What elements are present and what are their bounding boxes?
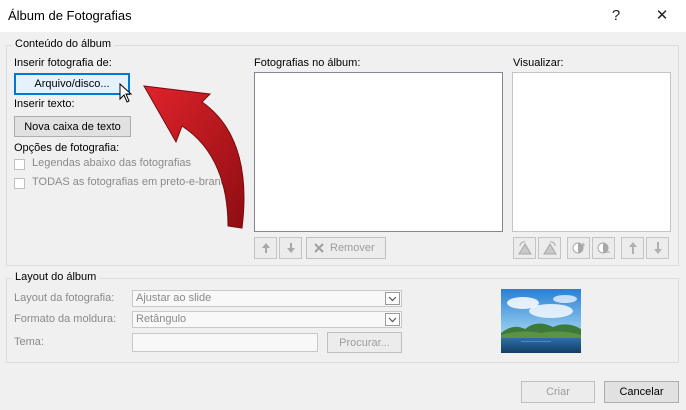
rotate-left-button[interactable] [513, 237, 536, 259]
theme-input[interactable] [132, 333, 318, 352]
arrow-down-icon [286, 243, 295, 253]
picture-layout-label: Layout da fotografia: [14, 292, 115, 304]
cancel-button[interactable]: Cancelar [604, 381, 679, 403]
captions-checkbox[interactable] [14, 159, 25, 170]
close-button[interactable]: ✕ [647, 1, 677, 31]
brightness-more-button[interactable] [621, 237, 644, 259]
remove-button-label: Remover [330, 242, 375, 254]
window-title: Álbum de Fotografias [8, 8, 132, 23]
contrast-more-button[interactable] [567, 237, 590, 259]
insert-photo-label: Inserir fotografia de: [14, 57, 112, 69]
contrast-less-icon [597, 242, 610, 254]
arrow-up-icon [261, 243, 270, 253]
brightness-more-icon [628, 242, 637, 254]
rotate-left-icon [517, 241, 532, 255]
rotate-right-button[interactable] [538, 237, 561, 259]
chevron-down-icon [385, 292, 400, 305]
remove-button[interactable]: Remover [306, 237, 386, 259]
photos-listbox[interactable] [254, 72, 503, 232]
close-icon: ✕ [655, 7, 669, 24]
layout-preview-thumbnail [501, 289, 581, 353]
brightness-less-button[interactable] [646, 237, 669, 259]
new-textbox-button[interactable]: Nova caixa de texto [14, 116, 131, 137]
preview-pane [512, 72, 671, 232]
move-down-button[interactable] [279, 237, 302, 259]
photo-options-label: Opções de fotografia: [14, 142, 120, 154]
preview-label: Visualizar: [513, 57, 564, 69]
picture-layout-value: Ajustar ao slide [136, 292, 212, 304]
album-layout-legend: Layout do álbum [12, 271, 100, 283]
annotation-arrow-icon [143, 85, 245, 229]
file-disk-button[interactable]: Arquivo/disco... [14, 73, 130, 95]
x-icon [314, 243, 324, 253]
theme-label: Tema: [14, 336, 44, 348]
help-button[interactable]: ? [601, 1, 631, 31]
grayscale-checkbox[interactable] [14, 178, 25, 189]
insert-text-label: Inserir texto: [14, 98, 75, 110]
picture-layout-select[interactable]: Ajustar ao slide [132, 290, 402, 307]
contrast-more-icon [572, 242, 585, 254]
contrast-less-button[interactable] [592, 237, 615, 259]
chevron-down-icon [385, 313, 400, 326]
frame-shape-label: Formato da moldura: [14, 313, 117, 325]
rotate-right-icon [542, 241, 557, 255]
frame-shape-value: Retângulo [136, 313, 187, 325]
album-content-legend: Conteúdo do álbum [12, 38, 115, 50]
frame-shape-select[interactable]: Retângulo [132, 311, 402, 328]
move-up-button[interactable] [254, 237, 277, 259]
brightness-less-icon [653, 242, 662, 254]
browse-button[interactable]: Procurar... [327, 332, 402, 353]
mouse-cursor-icon [119, 83, 133, 103]
create-button[interactable]: Criar [521, 381, 595, 403]
